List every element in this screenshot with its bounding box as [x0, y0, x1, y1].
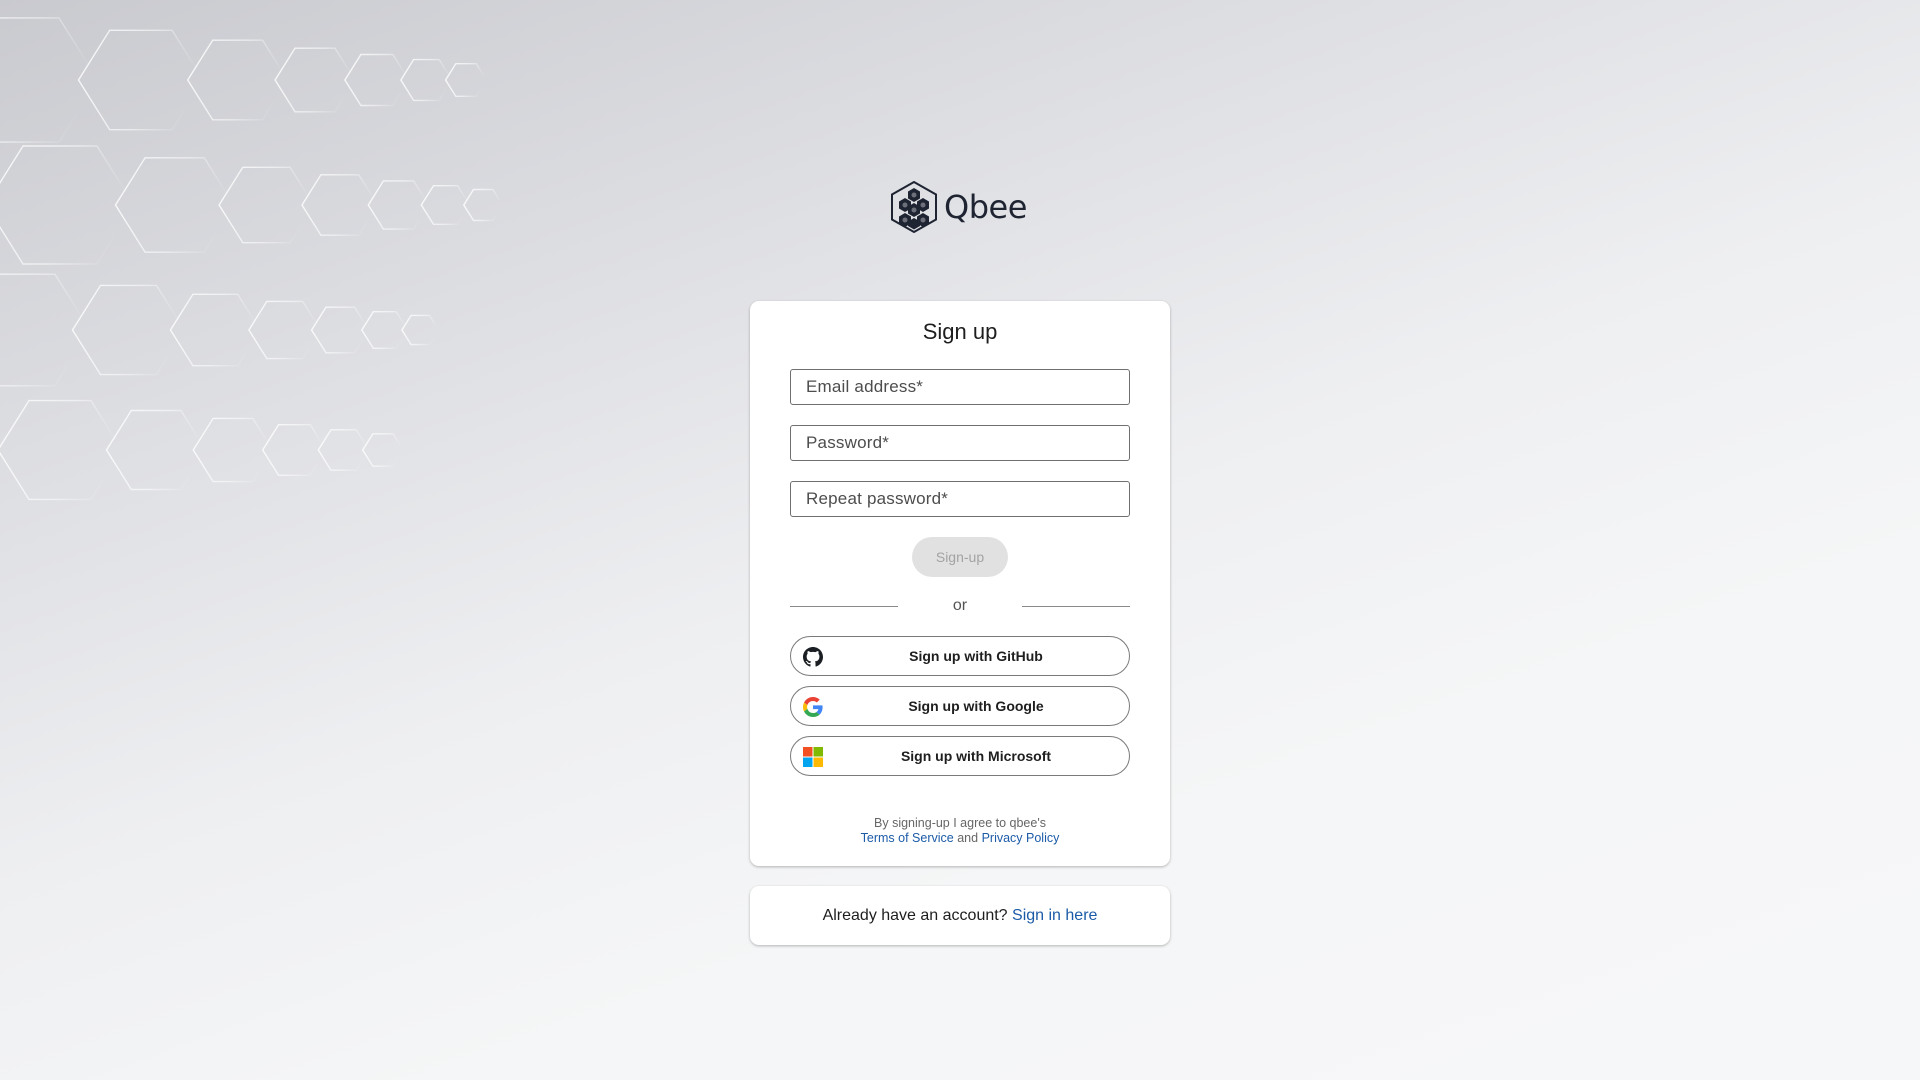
- signin-prompt-text: Already have an account?: [822, 907, 1008, 924]
- background-hexagon: [77, 29, 205, 131]
- signup-github-button[interactable]: Sign up with GitHub: [790, 636, 1130, 676]
- background-hexagon: [114, 157, 235, 253]
- background-hexagon: [317, 429, 370, 471]
- background-hexagon: [420, 184, 471, 226]
- password-field[interactable]: [790, 425, 1130, 461]
- signup-button[interactable]: Sign-up: [912, 537, 1008, 577]
- background-hexagon: [462, 188, 504, 222]
- hexagon-cluster-icon: [891, 181, 937, 233]
- background-hexagon: [0, 145, 135, 265]
- background-hexagon: [261, 424, 328, 476]
- background-hexagon: [274, 47, 356, 113]
- google-icon: [803, 697, 823, 717]
- signin-prompt-card: Already have an account? Sign in here: [750, 886, 1170, 945]
- legal-notice: By signing-up I agree to qbee's Terms of…: [750, 816, 1170, 846]
- privacy-policy-link[interactable]: Privacy Policy: [982, 831, 1060, 845]
- hexagon-background-pattern: [0, 17, 504, 501]
- legal-and-text: and: [957, 831, 979, 845]
- background-hexagon: [0, 17, 99, 143]
- signin-link[interactable]: Sign in here: [1012, 907, 1097, 924]
- background-hexagon: [71, 284, 186, 376]
- email-field[interactable]: [790, 369, 1130, 405]
- background-hexagon: [360, 311, 409, 349]
- repeat-password-field[interactable]: [790, 481, 1130, 517]
- microsoft-icon: [803, 747, 823, 767]
- background-hexagon: [301, 174, 379, 236]
- signup-microsoft-button[interactable]: Sign up with Microsoft: [790, 736, 1130, 776]
- signup-microsoft-label: Sign up with Microsoft: [900, 748, 1052, 764]
- background-hexagon: [218, 166, 315, 244]
- signup-card: Sign up Sign-up or Sign up with GitHub S…: [750, 301, 1170, 866]
- background-hexagon: [367, 180, 430, 230]
- signup-google-button[interactable]: Sign up with Google: [790, 686, 1130, 726]
- legal-prefix-text: By signing-up I agree to qbee's: [874, 816, 1046, 830]
- signup-google-label: Sign up with Google: [908, 698, 1044, 714]
- background-hexagon: [344, 53, 410, 107]
- brand-name: Qbee: [944, 188, 1027, 226]
- signup-github-label: Sign up with GitHub: [909, 648, 1043, 664]
- background-hexagon: [186, 39, 289, 121]
- signup-title: Sign up: [922, 319, 998, 344]
- background-hexagon: [310, 306, 370, 354]
- background-hexagon: [401, 314, 440, 346]
- background-hexagon: [400, 58, 453, 102]
- background-hexagon: [444, 63, 488, 98]
- background-hexagon: [169, 293, 261, 367]
- github-icon: [803, 647, 823, 667]
- background-hexagon: [361, 433, 405, 467]
- background-hexagon: [248, 300, 322, 360]
- background-hexagon: [192, 417, 274, 483]
- terms-of-service-link[interactable]: Terms of Service: [861, 831, 954, 845]
- divider-line-right: [1022, 606, 1130, 607]
- qbee-logo: Qbee: [890, 181, 1027, 233]
- background-hexagon: [0, 273, 91, 387]
- background-hexagon: [0, 399, 123, 501]
- background-hexagon: [105, 409, 207, 491]
